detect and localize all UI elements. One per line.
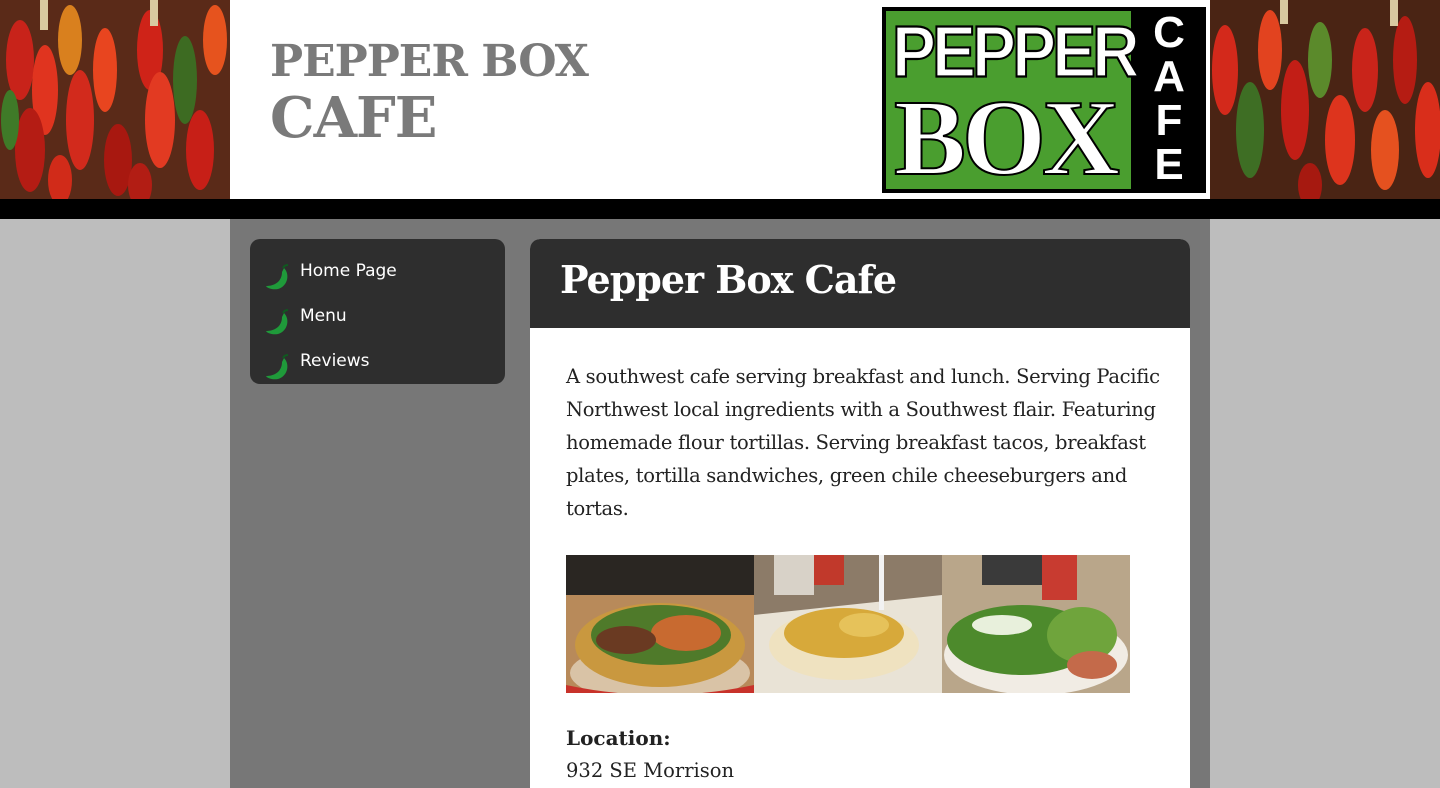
logo-letter: F [1155, 96, 1183, 145]
nav-label: Menu [300, 305, 347, 326]
nav-item-home[interactable]: Home Page [250, 252, 505, 297]
location-heading: Location: [566, 726, 671, 750]
intro-paragraph: A southwest cafe serving breakfast and l… [566, 365, 1160, 520]
taco-photo-3 [942, 555, 1130, 693]
content-header: Pepper Box Cafe [530, 239, 1190, 328]
nav-item-menu[interactable]: Menu [250, 297, 505, 342]
sidebar-nav: Home Page Menu Reviews [250, 239, 505, 384]
logo-word-cafe: C A F E [1136, 11, 1202, 187]
site-title-line2: CAFE [270, 85, 437, 151]
location-address: 932 SE Morrison [566, 759, 735, 782]
pepper-box-cafe-logo: PEPPER BOX C A F E [882, 7, 1206, 193]
chile-pepper-icon [266, 353, 289, 379]
nav-label: Reviews [300, 350, 370, 371]
chile-ristra-banner-right [1210, 0, 1440, 199]
chile-pepper-icon [266, 263, 289, 289]
nav-item-reviews[interactable]: Reviews [250, 342, 505, 387]
chile-pepper-icon [266, 308, 289, 334]
logo-letter: E [1154, 140, 1184, 189]
logo-word-pepper: PEPPER [891, 10, 1141, 93]
page-column: Home Page Menu Reviews Pepper Box Cafe A… [230, 219, 1210, 788]
logo-letter: A [1153, 52, 1185, 101]
nav-label: Home Page [300, 260, 397, 281]
site-title-line1: PEPPER BOX [270, 36, 589, 87]
logo-word-box: BOX [893, 79, 1121, 193]
taco-photo-2 [754, 555, 942, 693]
logo-letter: C [1153, 8, 1185, 57]
taco-photo-1 [566, 555, 754, 693]
taco-photo-gallery [566, 555, 1160, 693]
site-title: PEPPER BOX CAFE [270, 36, 589, 151]
chile-ristra-banner-left [0, 0, 230, 199]
content-body: A southwest cafe serving breakfast and l… [530, 328, 1190, 786]
header-divider-bar [0, 199, 1440, 219]
site-header: PEPPER BOX CAFE PEPPER BOX C A F E [230, 0, 1210, 199]
main-content: Pepper Box Cafe A southwest cafe serving… [530, 239, 1190, 788]
page-title: Pepper Box Cafe [560, 257, 897, 302]
